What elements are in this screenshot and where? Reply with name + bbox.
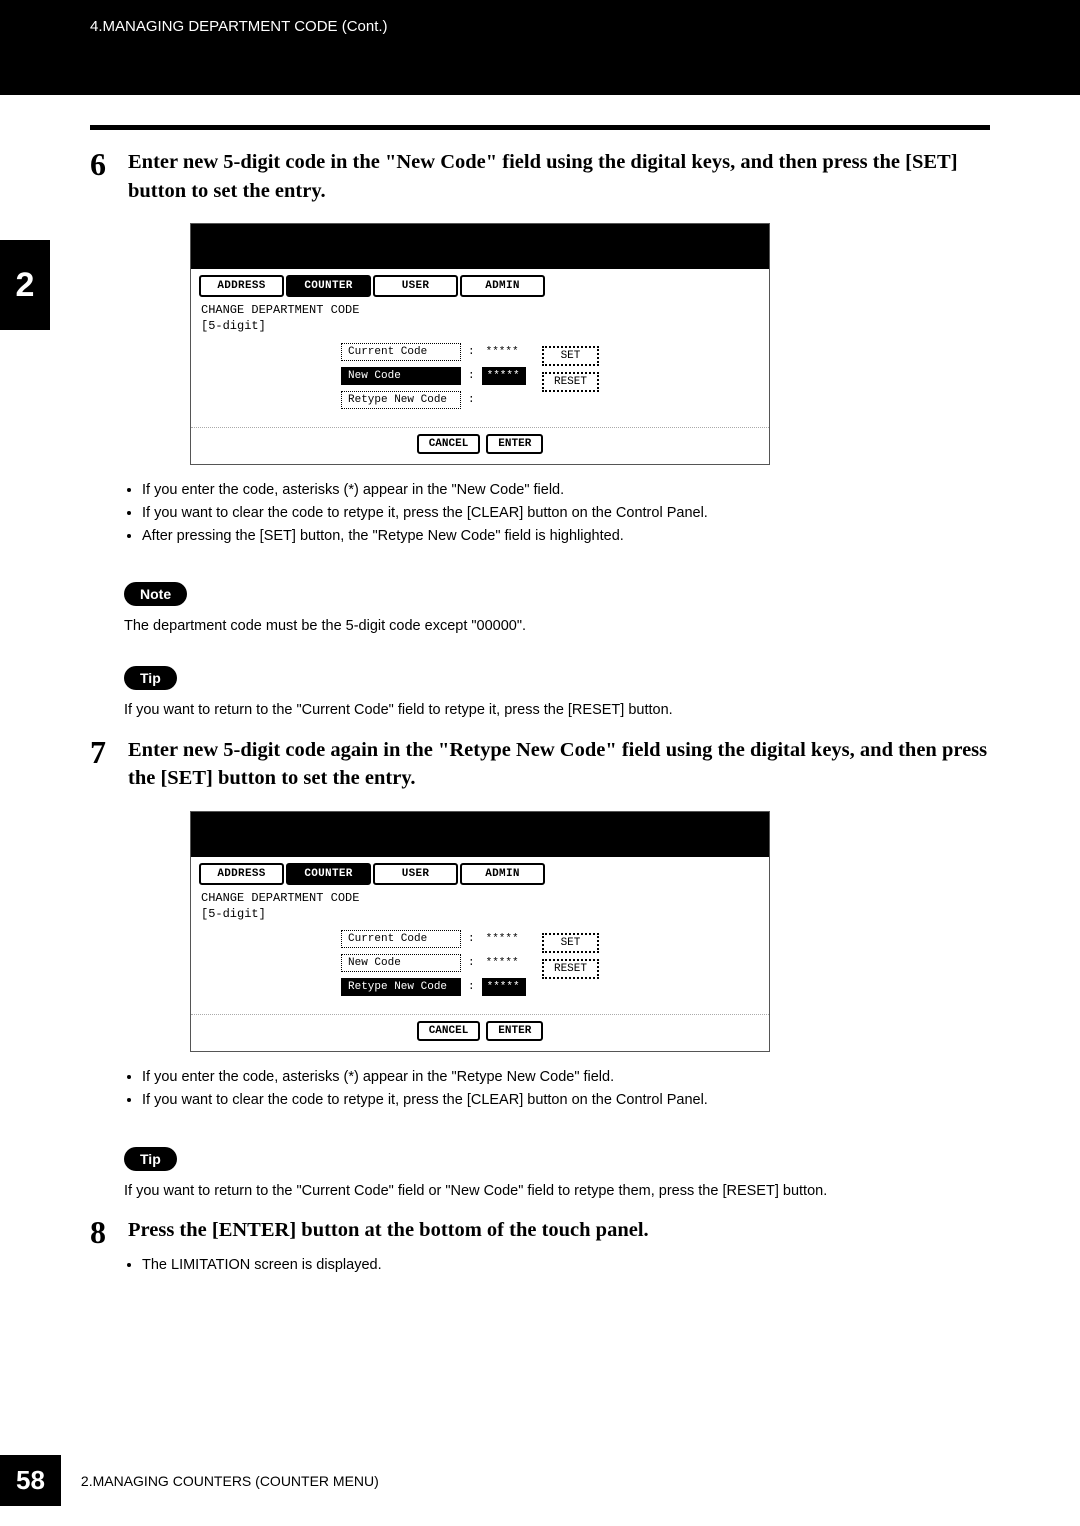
step-7-bullets: If you enter the code, asterisks (*) app… [124, 1066, 990, 1112]
note-text: The department code must be the 5-digit … [124, 616, 990, 638]
step-7: 7 Enter new 5-digit code again in the "R… [90, 736, 990, 1113]
tip-text: If you want to return to the "Current Co… [124, 700, 990, 722]
footer: 58 2.MANAGING COUNTERS (COUNTER MENU) [0, 1455, 379, 1506]
retype-code-field[interactable]: Retype New Code [341, 391, 461, 409]
list-item: The LIMITATION screen is displayed. [142, 1254, 990, 1277]
tab-counter[interactable]: COUNTER [286, 275, 371, 297]
list-item: If you enter the code, asterisks (*) app… [142, 479, 990, 502]
step-text: Enter new 5-digit code again in the "Ret… [128, 736, 990, 793]
tip-text: If you want to return to the "Current Co… [124, 1181, 990, 1203]
step-6-bullets: If you enter the code, asterisks (*) app… [124, 479, 990, 549]
tab-address[interactable]: ADDRESS [199, 863, 284, 885]
step-number: 8 [90, 1216, 116, 1248]
new-code-value: ***** [482, 367, 526, 385]
retype-code-value [482, 398, 532, 402]
list-item: If you want to clear the code to retype … [142, 502, 990, 525]
note-badge: Note [124, 582, 187, 606]
list-item: After pressing the [SET] button, the "Re… [142, 525, 990, 548]
chapter-number: 2 [16, 266, 35, 305]
retype-code-field[interactable]: Retype New Code [341, 978, 461, 996]
current-code-value: ***** [482, 344, 532, 360]
cancel-button[interactable]: CANCEL [417, 1021, 481, 1041]
tab-admin[interactable]: ADMIN [460, 863, 545, 885]
step-text: Press the [ENTER] button at the bottom o… [128, 1216, 990, 1245]
step-8-bullets: The LIMITATION screen is displayed. [124, 1254, 990, 1277]
divider [90, 125, 990, 130]
retype-code-value: ***** [482, 978, 526, 996]
new-code-field[interactable]: New Code [341, 367, 461, 385]
tab-admin[interactable]: ADMIN [460, 275, 545, 297]
page-number: 58 [0, 1455, 61, 1506]
step-8: 8 Press the [ENTER] button at the bottom… [90, 1216, 990, 1277]
new-code-value: ***** [482, 955, 532, 971]
reset-button[interactable]: RESET [542, 372, 599, 392]
header-bar: 4.MANAGING DEPARTMENT CODE (Cont.) [0, 0, 1080, 95]
header-title: 4.MANAGING DEPARTMENT CODE (Cont.) [90, 18, 388, 35]
tab-counter[interactable]: COUNTER [286, 863, 371, 885]
list-item: If you enter the code, asterisks (*) app… [142, 1066, 990, 1089]
step-number: 6 [90, 148, 116, 180]
current-code-field[interactable]: Current Code [341, 930, 461, 948]
tip-badge: Tip [124, 666, 177, 690]
touch-panel-screenshot: ADDRESS COUNTER USER ADMIN CHANGE DEPART… [190, 223, 770, 464]
current-code-field[interactable]: Current Code [341, 343, 461, 361]
tab-user[interactable]: USER [373, 275, 458, 297]
touch-panel-screenshot: ADDRESS COUNTER USER ADMIN CHANGE DEPART… [190, 811, 770, 1052]
step-text: Enter new 5-digit code in the "New Code"… [128, 148, 990, 205]
tab-address[interactable]: ADDRESS [199, 275, 284, 297]
cancel-button[interactable]: CANCEL [417, 434, 481, 454]
step-number: 7 [90, 736, 116, 768]
screen-title: CHANGE DEPARTMENT CODE [5-digit] [191, 297, 769, 340]
enter-button[interactable]: ENTER [486, 434, 543, 454]
list-item: If you want to clear the code to retype … [142, 1089, 990, 1112]
current-code-value: ***** [482, 931, 532, 947]
set-button[interactable]: SET [542, 933, 599, 953]
new-code-field[interactable]: New Code [341, 954, 461, 972]
tab-user[interactable]: USER [373, 863, 458, 885]
reset-button[interactable]: RESET [542, 959, 599, 979]
set-button[interactable]: SET [542, 346, 599, 366]
tip-badge: Tip [124, 1147, 177, 1171]
enter-button[interactable]: ENTER [486, 1021, 543, 1041]
footer-text: 2.MANAGING COUNTERS (COUNTER MENU) [81, 1473, 379, 1489]
step-6: 6 Enter new 5-digit code in the "New Cod… [90, 148, 990, 548]
screen-title: CHANGE DEPARTMENT CODE [5-digit] [191, 885, 769, 928]
chapter-tab: 2 [0, 240, 50, 330]
